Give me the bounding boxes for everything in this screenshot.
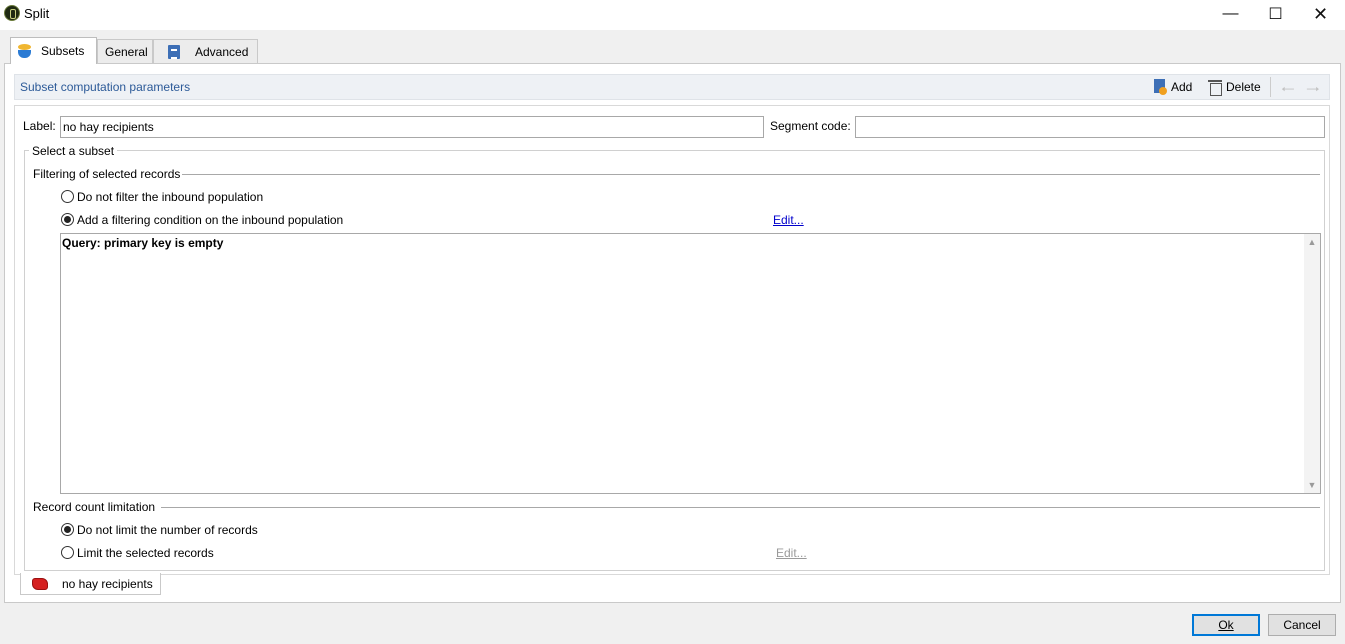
no-filter-radio[interactable] — [61, 190, 74, 203]
panel-title: Subset computation parameters — [20, 80, 191, 94]
maximize-icon[interactable]: ☐ — [1253, 0, 1298, 28]
subsets-icon — [17, 43, 33, 59]
app-icon — [4, 5, 20, 21]
tab-advanced[interactable]: Advanced — [153, 39, 258, 63]
add-filter-radio[interactable] — [61, 213, 74, 226]
no-limit-label[interactable]: Do not limit the number of records — [77, 523, 258, 537]
subset-tab-label: no hay recipients — [62, 576, 153, 591]
subset-tab[interactable]: no hay recipients — [20, 573, 161, 595]
add-filter-label[interactable]: Add a filtering condition on the inbound… — [77, 213, 343, 227]
select-subset-legend: Select a subset — [29, 144, 118, 158]
no-limit-radio[interactable] — [61, 523, 74, 536]
arrow-left-icon[interactable]: 🠀 — [1281, 77, 1295, 106]
panel-header — [14, 74, 1330, 100]
query-scrollbar[interactable] — [1304, 234, 1320, 493]
query-text: Query: primary key is empty — [62, 236, 224, 250]
tab-advanced-label: Advanced — [195, 44, 249, 59]
subset-red-icon — [32, 577, 48, 590]
filtering-divider — [182, 174, 1320, 175]
ok-label: Ok — [1218, 618, 1234, 632]
ok-button[interactable]: Ok — [1192, 614, 1260, 636]
tab-general[interactable]: General — [97, 39, 153, 63]
cancel-label: Cancel — [1283, 618, 1321, 632]
scroll-up-icon[interactable]: ▲ — [1304, 237, 1320, 247]
label-caption: Label: — [23, 119, 56, 133]
tab-subsets[interactable]: Subsets — [10, 37, 97, 64]
cancel-button[interactable]: Cancel — [1268, 614, 1336, 636]
delete-label: Delete — [1226, 80, 1261, 94]
tab-subsets-label: Subsets — [41, 44, 85, 58]
add-label: Add — [1171, 80, 1193, 94]
toolbar-separator — [1270, 77, 1271, 97]
delete-button[interactable]: Delete — [1208, 78, 1261, 96]
filtering-title: Filtering of selected records — [33, 167, 181, 181]
segment-code-caption: Segment code: — [770, 119, 851, 133]
window-title: Split — [24, 6, 50, 21]
query-box[interactable] — [60, 233, 1321, 494]
no-filter-label[interactable]: Do not filter the inbound population — [77, 190, 263, 204]
limitation-divider — [161, 507, 1320, 508]
label-input[interactable]: no hay recipients — [60, 116, 764, 138]
limit-radio[interactable] — [61, 546, 74, 559]
tab-general-label: General — [105, 44, 148, 59]
filter-edit-link[interactable]: Edit... — [773, 213, 804, 227]
limit-edit-link: Edit... — [776, 546, 807, 560]
trash-icon — [1208, 79, 1222, 96]
add-button[interactable]: Add — [1153, 78, 1192, 96]
scroll-down-icon[interactable]: ▼ — [1304, 480, 1320, 490]
add-icon — [1153, 79, 1167, 95]
title-bar — [0, 0, 1345, 30]
advanced-icon — [166, 44, 182, 60]
minimize-icon[interactable]: — — [1208, 0, 1253, 28]
arrow-right-icon[interactable]: 🠂 — [1306, 77, 1320, 106]
close-icon[interactable]: ✕ — [1298, 0, 1343, 28]
limitation-title: Record count limitation — [33, 500, 156, 514]
limit-label[interactable]: Limit the selected records — [77, 546, 214, 560]
segment-code-input[interactable] — [855, 116, 1325, 138]
